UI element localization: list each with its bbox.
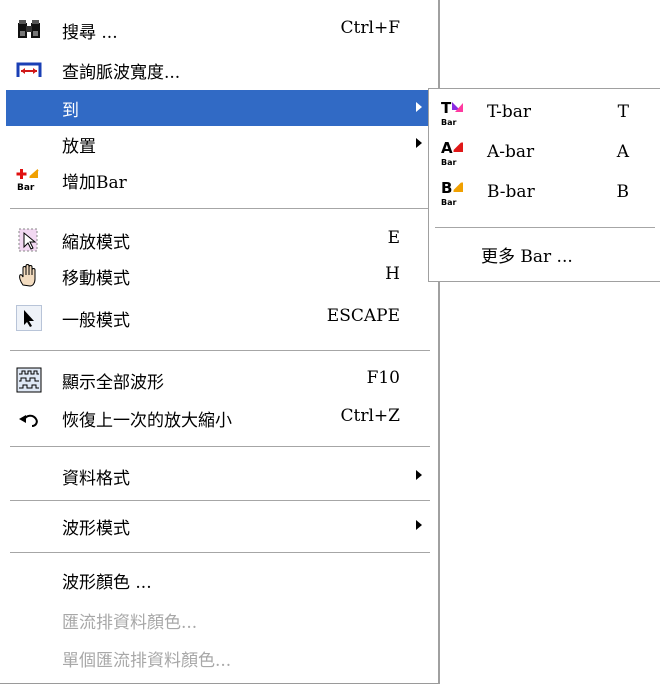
search-menu-item[interactable]: 搜尋 ... Ctrl+F <box>6 12 432 48</box>
wave-mode-menu-item[interactable]: 波形模式 <box>6 508 432 544</box>
data-format-menu-item[interactable]: 資料格式 <box>6 458 432 494</box>
a-bar-icon: A Bar <box>441 139 463 167</box>
menu-separator <box>10 446 430 448</box>
add-bar-icon: Bar <box>16 169 39 193</box>
normal-mode-menu-item[interactable]: 一般模式 ESCAPE <box>6 300 432 336</box>
waveform-icon <box>16 367 42 393</box>
b-bar-menu-item[interactable]: B Bar B-bar B <box>435 175 655 211</box>
bus-color-label: 匯流排資料顏色... <box>62 613 198 633</box>
wave-color-label: 波形顏色 ... <box>62 573 152 593</box>
show-all-waves-menu-item[interactable]: 顯示全部波形 F10 <box>6 362 432 398</box>
menu-separator <box>10 350 430 352</box>
t-bar-label: T-bar <box>487 102 532 122</box>
single-bus-color-menu-item: 單個匯流排資料顏色... <box>6 640 432 676</box>
normal-mode-label: 一般模式 <box>62 311 130 331</box>
move-mode-menu-item[interactable]: 移動模式 H <box>6 258 432 294</box>
zoom-mode-label: 縮放模式 <box>62 233 130 253</box>
pulse-width-icon <box>16 62 42 77</box>
a-bar-menu-item[interactable]: A Bar A-bar A <box>435 135 655 171</box>
normal-mode-shortcut: ESCAPE <box>326 306 400 326</box>
data-format-label: 資料格式 <box>62 469 130 489</box>
undo-icon <box>19 414 38 427</box>
menu-separator <box>10 500 430 502</box>
binoculars-icon <box>18 20 40 38</box>
wave-mode-label: 波形模式 <box>62 519 130 539</box>
move-mode-shortcut: H <box>385 264 400 284</box>
wave-color-menu-item[interactable]: 波形顏色 ... <box>6 562 432 598</box>
add-bar-label: 增加Bar <box>62 173 127 193</box>
submenu-arrow-icon <box>416 470 422 480</box>
b-bar-shortcut: B <box>616 182 630 202</box>
search-label: 搜尋 ... <box>62 23 118 43</box>
menu-separator <box>435 227 655 229</box>
goto-submenu: T Bar T-bar T A Bar A-bar A B Bar B-bar … <box>428 88 660 282</box>
svg-text:Bar: Bar <box>441 198 456 207</box>
svg-text:Bar: Bar <box>17 183 35 193</box>
context-menu: 搜尋 ... Ctrl+F 查詢脈波寬度... 到 放置 Bar 增加Bar 縮… <box>0 0 440 684</box>
a-bar-label: A-bar <box>487 142 535 162</box>
zoom-mode-menu-item[interactable]: 縮放模式 E <box>6 222 432 258</box>
svg-text:Bar: Bar <box>441 158 456 167</box>
undo-zoom-menu-item[interactable]: 恢復上一次的放大縮小 Ctrl+Z <box>6 400 432 436</box>
arrow-cursor-icon <box>16 305 42 331</box>
undo-zoom-shortcut: Ctrl+Z <box>340 406 400 426</box>
t-bar-icon: T Bar <box>441 99 463 127</box>
svg-text:A: A <box>441 139 453 157</box>
more-bars-label: 更多 Bar ... <box>481 247 573 267</box>
single-bus-color-label: 單個匯流排資料顏色... <box>62 651 232 671</box>
menu-separator <box>10 552 430 554</box>
zoom-mode-icon <box>18 228 38 252</box>
t-bar-shortcut: T <box>617 102 629 122</box>
t-bar-menu-item[interactable]: T Bar T-bar T <box>435 95 655 131</box>
hand-icon <box>19 264 36 287</box>
svg-text:Bar: Bar <box>441 118 456 127</box>
a-bar-shortcut: A <box>616 142 629 162</box>
place-label: 放置 <box>62 137 96 157</box>
svg-text:B: B <box>441 179 452 197</box>
menu-separator <box>10 208 430 210</box>
undo-zoom-label: 恢復上一次的放大縮小 <box>62 411 232 431</box>
zoom-mode-shortcut: E <box>387 228 400 248</box>
b-bar-label: B-bar <box>487 182 535 202</box>
b-bar-icon: B Bar <box>441 179 463 207</box>
more-bars-menu-item[interactable]: 更多 Bar ... <box>435 231 655 267</box>
submenu-arrow-icon <box>416 138 422 148</box>
add-bar-menu-item[interactable]: Bar 增加Bar <box>6 162 432 198</box>
goto-menu-item[interactable]: 到 <box>6 90 432 126</box>
goto-label: 到 <box>62 101 79 121</box>
show-all-waves-shortcut: F10 <box>366 368 400 388</box>
search-shortcut: Ctrl+F <box>340 18 400 38</box>
bus-color-menu-item: 匯流排資料顏色... <box>6 602 432 638</box>
show-all-waves-label: 顯示全部波形 <box>62 373 164 393</box>
pulse-width-menu-item[interactable]: 查詢脈波寬度... <box>6 52 432 88</box>
pulse-width-label: 查詢脈波寬度... <box>62 63 181 83</box>
submenu-arrow-icon <box>416 102 422 112</box>
move-mode-label: 移動模式 <box>62 269 130 289</box>
submenu-arrow-icon <box>416 520 422 530</box>
place-menu-item[interactable]: 放置 <box>6 126 432 162</box>
svg-text:T: T <box>441 99 452 117</box>
